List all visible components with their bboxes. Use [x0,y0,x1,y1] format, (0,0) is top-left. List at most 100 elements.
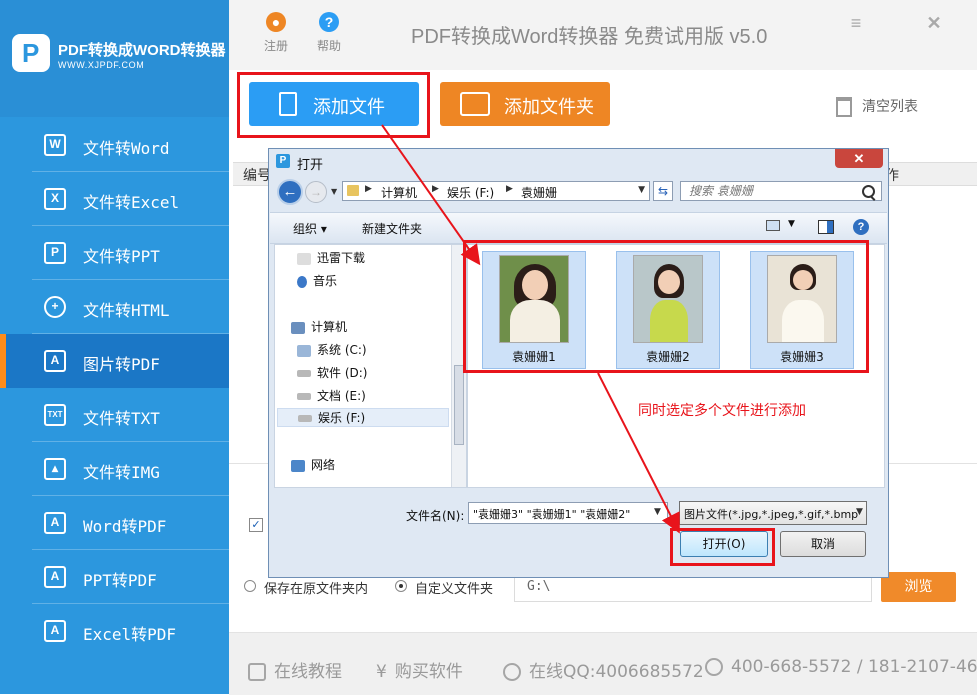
close-button[interactable]: ✕ [925,14,943,32]
back-arrow-icon[interactable]: ← [277,179,303,205]
pdf-icon: A [44,620,66,642]
search-box[interactable] [680,181,882,201]
breadcrumb-computer[interactable]: 计算机 [381,184,417,201]
add-folder-button[interactable]: 添加文件夹 [440,82,610,126]
tree-item-label: 娱乐 (F:) [318,411,366,425]
tree-item-thunder-downloads[interactable]: 迅雷下载 [297,249,365,266]
filename-input[interactable]: "袁姗姗3" "袁姗姗1" "袁姗姗2" [468,502,668,524]
chevron-down-icon[interactable]: ▼ [654,507,661,517]
sidebar-item-label: 文件转Excel [83,193,180,212]
forward-arrow-icon[interactable]: → [305,181,327,203]
save-original-label: 保存在原文件夹内 [264,582,369,597]
photo-thumbnail [633,255,703,343]
open-button[interactable]: 打开(O) [680,531,768,557]
minimize-button[interactable]: ≡ [847,14,865,32]
address-bar[interactable]: ▶ 计算机 ▶ 娱乐 (F:) ▶ 袁姗姗 ▼ [342,181,650,201]
phone-info: 400-668-5572 / 181-2107-4602 [705,657,977,677]
app-logo: P PDF转换成WORD转换器 WWW.XJPDF.COM [0,0,229,117]
organize-menu[interactable]: 组织 ▾ [293,220,327,237]
sidebar-item-html[interactable]: + 文件转HTML [0,280,229,334]
register-button[interactable]: ● 注册 [256,12,296,54]
search-icon[interactable] [862,185,875,198]
sidebar-item-image-to-pdf[interactable]: A 图片转PDF [0,334,229,388]
browse-button[interactable]: 浏览 [881,572,956,602]
chevron-down-icon[interactable]: ▼ [856,507,863,517]
file-thumbnail[interactable]: 袁姗姗2 [616,251,720,369]
phone-icon [705,658,723,676]
pdf-icon: A [44,566,66,588]
tree-item-music[interactable]: 音乐 [297,272,337,289]
file-type-select[interactable]: 图片文件(*.jpg,*.jpeg,*.gif,*.bmp [679,501,867,525]
computer-icon [291,321,305,334]
sidebar-item-label: 文件转PPT [83,247,160,266]
add-file-button[interactable]: 添加文件 [249,82,419,126]
file-name: 袁姗姗1 [512,350,556,364]
tree-item-drive-d[interactable]: 软件 (D:) [297,364,367,381]
annotation-text: 同时选定多个文件进行添加 [638,403,806,419]
sidebar-item-excel-to-pdf[interactable]: A Excel转PDF [0,604,229,658]
add-file-label: 添加文件 [313,97,385,118]
sidebar-item-word[interactable]: W 文件转Word [0,118,229,172]
search-input[interactable] [681,182,859,200]
tree-item-network[interactable]: 网络 [291,456,335,473]
tree-item-drive-f[interactable]: 娱乐 (F:) [277,408,449,427]
sidebar-item-label: Excel转PDF [83,625,177,644]
ppt-icon: P [44,242,66,264]
option-checkbox[interactable]: ✓ [249,518,263,532]
music-icon [297,275,307,288]
cancel-button[interactable]: 取消 [780,531,866,557]
file-thumbnail[interactable]: 袁姗姗3 [750,251,854,369]
drive-icon [297,393,311,400]
sidebar-item-excel[interactable]: X 文件转Excel [0,172,229,226]
chevron-right-icon: ▶ [365,184,372,194]
custom-folder-radio[interactable] [395,580,407,592]
sidebar-item-ppt[interactable]: P 文件转PPT [0,226,229,280]
sidebar-item-img[interactable]: ▴ 文件转IMG [0,442,229,496]
help-icon: ? [319,12,339,32]
tree-item-computer[interactable]: 计算机 [291,318,347,335]
dialog-toolbar: 组织 ▾ 新建文件夹 ▼ ? [270,212,887,244]
view-options-icon[interactable] [766,220,780,231]
tree-item-drive-e[interactable]: 文档 (E:) [297,387,366,404]
tree-item-drive-c[interactable]: 系统 (C:) [297,341,367,358]
tree-scrollbar[interactable] [451,245,466,487]
sidebar-item-txt[interactable]: TXT 文件转TXT [0,388,229,442]
help-button[interactable]: ? 帮助 [309,12,349,54]
file-thumbnail[interactable]: 袁姗姗1 [482,251,586,369]
file-icon [279,92,297,116]
breadcrumb-folder[interactable]: 袁姗姗 [521,184,557,201]
preview-pane-icon[interactable] [818,220,834,234]
user-icon: ● [266,12,286,32]
title-bar: ● 注册 ? 帮助 PDF转换成Word转换器 免费试用版 v5.0 ≡ ✕ [229,0,977,70]
online-qq-link[interactable]: 在线QQ:4006685572 [503,657,704,682]
chevron-down-icon[interactable]: ▼ [788,219,795,229]
excel-icon: X [44,188,66,210]
sidebar-item-ppt-to-pdf[interactable]: A PPT转PDF [0,550,229,604]
buy-label: 购买软件 [394,662,463,682]
sidebar-item-label: PPT转PDF [83,571,157,590]
dialog-close-button[interactable]: ✕ [835,149,883,168]
sidebar-item-word-to-pdf[interactable]: A Word转PDF [0,496,229,550]
sidebar-item-label: 文件转HTML [83,301,170,320]
register-label: 注册 [263,39,288,53]
new-folder-button[interactable]: 新建文件夹 [362,220,422,237]
chevron-down-icon[interactable]: ▼ [331,187,337,196]
tree-item-label: 网络 [311,458,336,472]
clear-list-button[interactable]: 清空列表 [836,96,918,117]
help-icon[interactable]: ? [853,219,869,235]
sidebar-item-label: 文件转Word [83,139,170,158]
column-number: 编号 [243,168,271,184]
folder-icon [347,185,359,196]
drive-icon [297,370,311,377]
photo-thumbnail [499,255,569,343]
folder-icon [297,252,311,265]
file-view: 袁姗姗1 袁姗姗2 袁姗姗3 [467,244,885,488]
save-original-radio[interactable] [244,580,256,592]
chevron-down-icon[interactable]: ▼ [638,185,645,195]
buy-software-link[interactable]: ¥ 购买软件 [376,657,463,682]
online-tutorial-link[interactable]: 在线教程 [248,657,342,682]
refresh-icon[interactable]: ⇆ [653,181,673,201]
sidebar-item-label: 文件转TXT [83,409,160,428]
scrollbar-thumb[interactable] [454,365,464,445]
breadcrumb-drive-f[interactable]: 娱乐 (F:) [447,184,494,201]
